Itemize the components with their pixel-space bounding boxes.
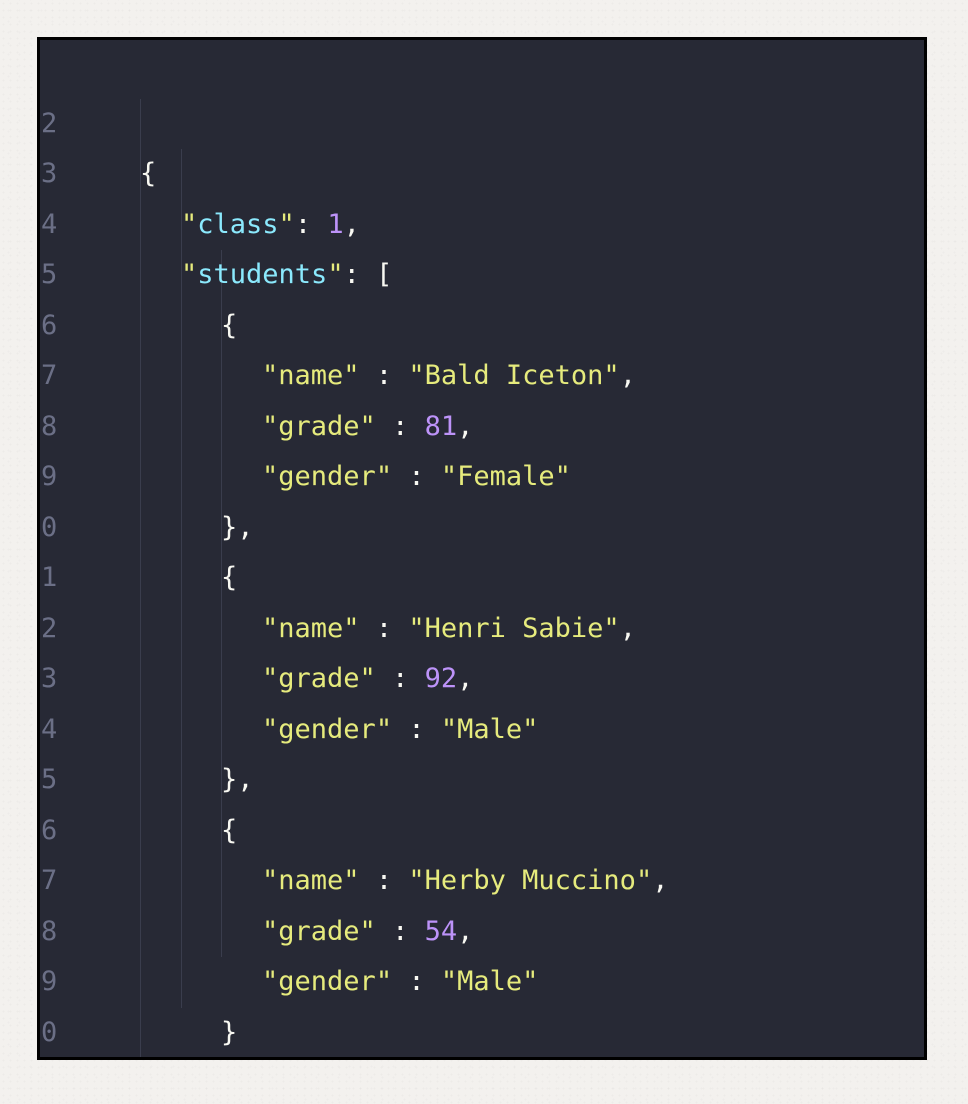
code-line: 2 "grade" : 92, xyxy=(40,553,473,695)
line-number: 1 xyxy=(41,1058,91,1060)
code-line: 9 } xyxy=(40,907,237,1048)
code-text: ] xyxy=(181,1058,197,1060)
code-text: "grade" : 81, xyxy=(262,410,474,442)
code-line: 5 { xyxy=(40,705,237,846)
code-text: { xyxy=(221,309,238,341)
code-text: "name" : "Henri Sabie", xyxy=(262,612,636,644)
code-line: 1 "name" : "Henri Sabie", xyxy=(40,503,636,644)
json-string: Female xyxy=(457,461,555,492)
json-string: Male xyxy=(457,713,523,745)
code-line: 4 "students": [ xyxy=(40,149,392,291)
code-text: "grade" : 92, xyxy=(262,663,474,694)
code-line: 7 "grade" : 54, xyxy=(40,806,473,947)
code-text: { xyxy=(140,158,157,189)
code-line: 8 "gender" : "Male" xyxy=(40,856,538,998)
code-line: 0 { xyxy=(40,452,237,594)
code-line: 0 ] xyxy=(40,957,105,1048)
indent-guide xyxy=(140,98,141,1057)
code-text: "grade" : 54, xyxy=(262,915,474,947)
code-line: 6 "name" : "Herby Muccino", xyxy=(40,755,668,897)
json-key: students xyxy=(197,259,328,290)
json-key: gender xyxy=(278,713,376,745)
json-number: 1 xyxy=(327,208,344,240)
json-key: grade xyxy=(278,410,360,442)
code-text: { xyxy=(221,562,238,593)
code-line: 2 { xyxy=(40,48,156,190)
code-line: 1 }, xyxy=(40,1008,105,1060)
json-string: Male xyxy=(457,966,523,997)
json-key: name xyxy=(278,865,344,896)
code-line: 8 "gender" : "Female" xyxy=(40,351,571,493)
code-text: "students": [ xyxy=(181,259,393,290)
code-text: "class": 1, xyxy=(181,208,360,240)
code-line: 4 }, xyxy=(40,654,254,796)
json-key: gender xyxy=(278,461,376,492)
code-text: { xyxy=(221,814,238,846)
code-text: "gender" : "Female" xyxy=(262,461,571,492)
code-line: 9 }, xyxy=(40,402,254,543)
code-line: 5 { xyxy=(40,200,237,341)
code-editor: 2 { 3 "class": 1, 4 "students": [ 5 { 6 … xyxy=(37,37,927,1060)
json-string: Herby Muccino xyxy=(424,865,636,896)
json-string: Henri Sabie xyxy=(424,612,604,644)
code-text: }, xyxy=(221,511,254,543)
json-key: gender xyxy=(278,966,376,997)
code-text: "gender" : "Male" xyxy=(262,713,539,745)
json-number: 92 xyxy=(424,663,458,694)
json-key: grade xyxy=(278,915,360,947)
json-number: 54 xyxy=(424,915,458,947)
code-line: 7 "grade" : 81, xyxy=(40,301,473,442)
code-text: "name" : "Bald Iceton", xyxy=(262,360,636,391)
code-text: }, xyxy=(221,764,254,795)
code-text: "gender" : "Male" xyxy=(262,966,539,997)
json-key: name xyxy=(278,360,344,391)
json-string: Bald Iceton xyxy=(424,360,604,391)
code-text: "name" : "Herby Muccino", xyxy=(262,865,669,896)
code-line: 3 "class": 1, xyxy=(40,99,360,240)
json-key: grade xyxy=(278,663,360,694)
code-line: 6 "name" : "Bald Iceton", xyxy=(40,250,636,392)
json-number: 81 xyxy=(424,410,458,442)
json-key: name xyxy=(278,612,344,644)
code-line: 3 "gender" : "Male" xyxy=(40,604,538,745)
code-text: } xyxy=(221,1016,238,1048)
json-key: class xyxy=(197,208,279,240)
